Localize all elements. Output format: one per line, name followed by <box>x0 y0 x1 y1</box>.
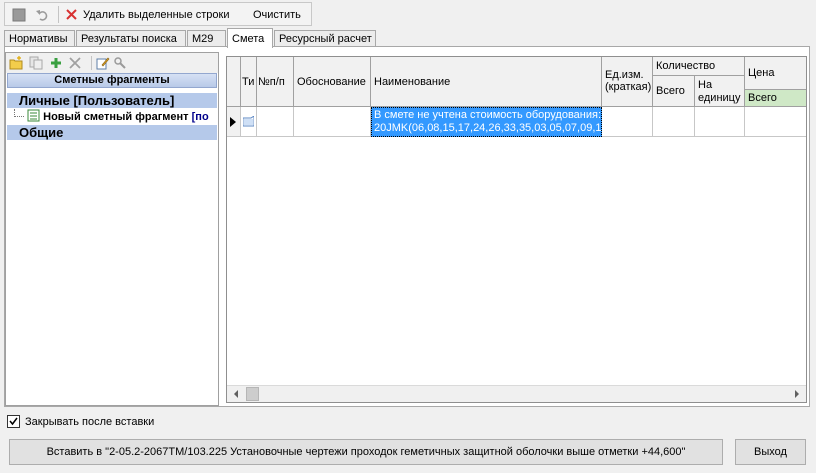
col-indicator <box>227 57 241 107</box>
col-unit[interactable]: Ед.изм. (краткая) <box>602 57 653 107</box>
estimate-grid: Ти №п/п Обоснование Наименование Ед.изм.… <box>226 56 807 403</box>
scroll-thumb[interactable] <box>246 387 259 401</box>
scroll-right-icon[interactable] <box>792 389 802 399</box>
close-after-insert-checkbox[interactable]: Закрывать после вставки <box>7 415 154 428</box>
insert-button-label: Вставить в "2-05.2-2067ТМ/103.225 Устано… <box>46 446 686 458</box>
row-indicator[interactable] <box>227 107 241 137</box>
checkbox-box[interactable] <box>7 415 20 428</box>
tab-label: Ресурсный расчет <box>279 33 372 45</box>
cell-type[interactable] <box>241 107 257 137</box>
tab-search-results[interactable]: Результаты поиска <box>76 30 186 47</box>
tab-estimate[interactable]: Смета <box>227 28 273 48</box>
fragments-panel: Сметные фрагменты Личные [Пользователь] … <box>5 52 219 406</box>
fragments-toolbar <box>6 53 218 73</box>
col-quantity[interactable]: Количество <box>653 57 745 76</box>
cell-unit[interactable] <box>602 107 653 137</box>
delete-rows-button[interactable]: Удалить выделенные строки <box>65 6 229 23</box>
link-icon[interactable] <box>113 56 127 70</box>
copy-icon[interactable] <box>29 56 43 70</box>
tab-label: Нормативы <box>9 33 68 45</box>
col-type[interactable]: Ти <box>241 57 257 107</box>
tab-label: Результаты поиска <box>81 33 177 45</box>
delete-rows-label: Удалить выделенные строки <box>83 8 230 21</box>
tree-item-suffix: [по <box>191 111 209 123</box>
col-price[interactable]: Цена <box>745 57 806 90</box>
exit-button-label: Выход <box>754 446 787 458</box>
fragment-icon <box>27 109 40 122</box>
col-number[interactable]: №п/п <box>257 57 294 107</box>
cell-qty-total[interactable] <box>653 107 695 137</box>
delete-icon <box>66 9 77 20</box>
cell-price-total[interactable] <box>745 107 806 137</box>
tab-m29[interactable]: М29 <box>187 30 226 47</box>
horizontal-scrollbar[interactable] <box>227 385 806 402</box>
remove-icon[interactable] <box>68 56 82 70</box>
stop-icon[interactable] <box>12 6 26 23</box>
tab-label: М29 <box>192 33 214 45</box>
cell-number[interactable] <box>257 107 294 137</box>
cell-qty-per-unit[interactable] <box>695 107 745 137</box>
tree-group-personal[interactable]: Личные [Пользователь] <box>7 93 217 108</box>
undo-icon[interactable] <box>35 6 49 23</box>
col-name[interactable]: Наименование <box>371 57 602 107</box>
tree-line <box>14 109 24 117</box>
exit-button[interactable]: Выход <box>735 439 806 465</box>
cell-name[interactable]: В смете не учтена стоимость оборудования… <box>371 107 602 137</box>
cell-basis[interactable] <box>294 107 371 137</box>
col-price-total[interactable]: Всего <box>745 90 806 107</box>
toolbar-separator <box>58 6 59 23</box>
check-icon <box>9 417 18 426</box>
toolbar: Удалить выделенные строки Очистить <box>4 2 312 26</box>
tree-item-label: Новый сметный фрагмент <box>43 111 189 123</box>
new-folder-icon[interactable] <box>9 56 23 70</box>
tab-strip: Нормативы Результаты поиска М29 Смета Ре… <box>4 28 404 48</box>
document-icon <box>243 116 254 127</box>
close-after-insert-label: Закрывать после вставки <box>25 415 155 428</box>
tree-item-new-fragment[interactable]: Новый сметный фрагмент [по <box>7 109 217 125</box>
tree-group-common[interactable]: Общие <box>7 125 217 140</box>
insert-button[interactable]: Вставить в "2-05.2-2067ТМ/103.225 Устано… <box>9 439 723 465</box>
col-qty-per-unit[interactable]: На единицу <box>695 76 745 107</box>
add-icon[interactable] <box>49 56 63 70</box>
col-qty-total[interactable]: Всего <box>653 76 695 107</box>
edit-icon[interactable] <box>91 56 110 70</box>
clear-button[interactable]: Очистить <box>253 6 301 23</box>
current-row-icon <box>230 117 236 127</box>
tab-label: Смета <box>232 32 265 45</box>
tab-normatives[interactable]: Нормативы <box>4 30 75 47</box>
clear-label: Очистить <box>253 8 301 21</box>
tab-resource-calc[interactable]: Ресурсный расчет <box>274 30 376 47</box>
fragments-header: Сметные фрагменты <box>7 73 217 88</box>
scroll-left-icon[interactable] <box>231 389 241 399</box>
col-basis[interactable]: Обоснование <box>294 57 371 107</box>
